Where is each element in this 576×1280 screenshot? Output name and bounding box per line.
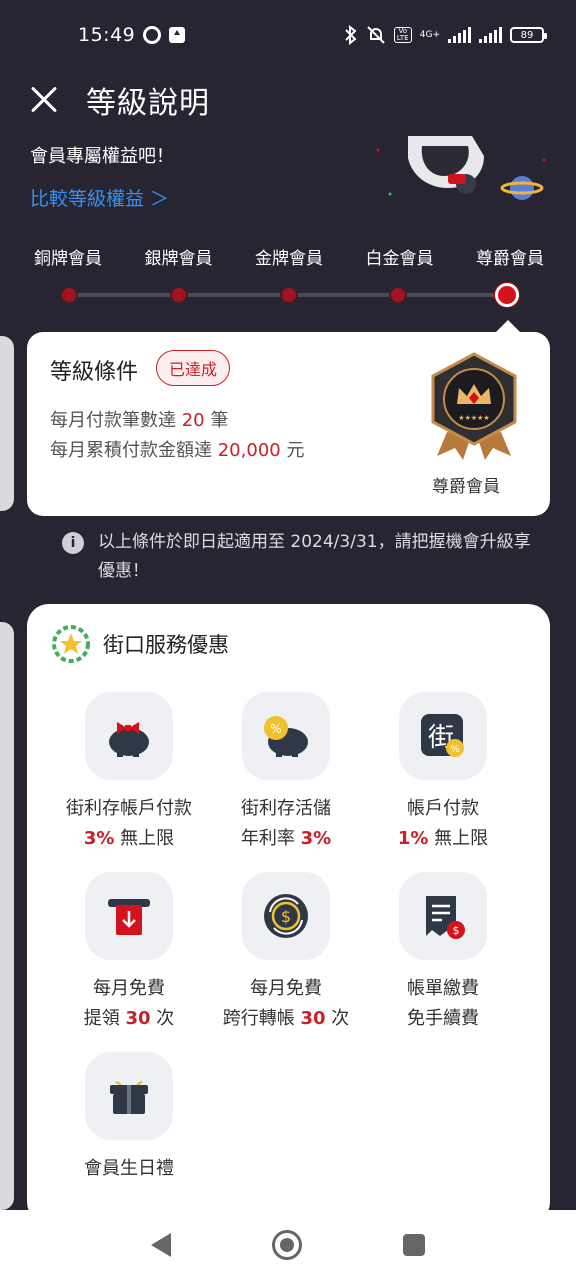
record-icon [143, 26, 162, 44]
bill-receipt-icon: $ [399, 872, 487, 960]
gift-box-icon [85, 1052, 173, 1140]
svg-text:$: $ [281, 907, 291, 926]
piggy-coin-icon: % [242, 692, 330, 780]
service-detail: 跨行轉帳 30 次 [222, 1008, 350, 1029]
service-detail: 3% 無上限 [83, 828, 175, 849]
atm-withdraw-icon [85, 872, 173, 960]
service-label: 街利存活儲 [241, 798, 331, 819]
card-pointer [496, 320, 520, 332]
system-nav-bar [0, 1210, 576, 1280]
level-dot-bronze[interactable] [60, 286, 78, 304]
service-bill-payment[interactable]: $ 帳單繳費 免手續費 [363, 872, 523, 1030]
battery-icon: 89 [510, 27, 547, 43]
condition-title: 等級條件 [50, 360, 139, 385]
status-bar: 15:49 Vo LTE 4G+ 89 [0, 0, 576, 70]
service-label: 每月免費 [93, 978, 165, 999]
level-dot-silver[interactable] [170, 286, 188, 304]
status-time: 15:49 [78, 24, 136, 46]
notice: i 以上條件於即日起適用至 2024/3/31，請把握機會升級享優惠！ [62, 528, 532, 586]
svg-text:%: % [450, 744, 460, 755]
tier-name: 尊爵會員 [432, 477, 500, 497]
service-detail: 免手續費 [407, 1008, 479, 1029]
signal-icon-2 [479, 27, 502, 43]
level-tab-platinum[interactable]: 白金會員 [366, 244, 434, 269]
close-icon[interactable] [24, 80, 64, 120]
service-account-payment[interactable]: 街% 帳戶付款 1% 無上限 [363, 692, 523, 850]
home-icon[interactable] [271, 1230, 302, 1260]
services-title: 街口服務優惠 [103, 633, 229, 657]
upload-icon [169, 27, 186, 43]
notice-text: 以上條件於即日起適用至 2024/3/31，請把握機會升級享優惠！ [98, 532, 531, 581]
prev-card-edge[interactable] [0, 336, 14, 511]
back-icon[interactable] [150, 1233, 171, 1257]
astronaut-illustration [376, 136, 546, 200]
service-birthday-gift[interactable]: 會員生日禮 [49, 1052, 209, 1180]
piggy-bow-icon [85, 692, 173, 780]
level-tab-premium[interactable]: 尊爵會員 [476, 244, 544, 269]
svg-text:%: % [270, 722, 281, 736]
signal-icon [448, 27, 471, 43]
service-label: 每月免費 [250, 978, 322, 999]
level-dot-premium[interactable] [495, 283, 519, 307]
service-free-transfer[interactable]: $ 每月免費 跨行轉帳 30 次 [206, 872, 366, 1030]
volte-icon: Vo LTE [393, 27, 412, 43]
service-label: 會員生日禮 [84, 1158, 174, 1179]
services-card: 街口服務優惠 街利存帳戶付款 3% 無上限 % 街利存活儲 年利率 3% 街% … [27, 604, 550, 1224]
status-badge: 已達成 [156, 350, 231, 386]
bluetooth-icon [345, 25, 357, 45]
page-title: 等級說明 [86, 86, 210, 121]
jkos-logo-icon: 街% [399, 692, 487, 780]
dollar-exchange-icon: $ [242, 872, 330, 960]
info-icon: i [62, 532, 84, 554]
svg-text:★★★★★: ★★★★★ [458, 414, 489, 422]
network-type: 4G+ [419, 30, 440, 40]
service-label: 帳戶付款 [407, 798, 479, 819]
prev-services-edge [0, 622, 14, 1210]
level-selector: 銅牌會員 銀牌會員 金牌會員 白金會員 尊爵會員 [0, 244, 576, 307]
service-free-withdrawal[interactable]: 每月免費 提領 30 次 [49, 872, 209, 1030]
intro-text: 會員專屬權益吧！ [30, 146, 174, 167]
level-condition-card: 等級條件 已達成 每月付款筆數達 20 筆 每月累積付款金額達 20,000 元… [27, 320, 550, 516]
service-detail: 1% 無上限 [397, 828, 489, 849]
service-detail: 年利率 3% [240, 828, 332, 849]
service-detail: 提領 30 次 [83, 1008, 175, 1029]
level-dot-gold[interactable] [280, 286, 298, 304]
service-savings-payment[interactable]: 街利存帳戶付款 3% 無上限 [49, 692, 209, 850]
laurel-star-icon [52, 625, 90, 663]
condition-line-count: 每月付款筆數達 20 筆 [50, 410, 229, 431]
svg-text:$: $ [453, 924, 460, 937]
services-header: 街口服務優惠 [51, 624, 229, 664]
compare-benefits-link[interactable]: 比較等級權益 ＞ [30, 184, 169, 211]
recent-apps-icon[interactable] [403, 1234, 426, 1256]
service-savings-deposit[interactable]: % 街利存活儲 年利率 3% [206, 692, 366, 850]
condition-line-amount: 每月累積付款金額達 20,000 元 [50, 440, 305, 461]
level-tab-silver[interactable]: 銀牌會員 [145, 244, 213, 269]
level-dot-platinum[interactable] [389, 286, 407, 304]
service-label: 街利存帳戶付款 [66, 798, 192, 819]
mute-bell-icon [367, 26, 385, 44]
level-tab-bronze[interactable]: 銅牌會員 [34, 244, 102, 269]
level-tab-gold[interactable]: 金牌會員 [255, 244, 323, 269]
service-label: 帳單繳費 [407, 978, 479, 999]
header: 等級說明 [0, 70, 576, 130]
premium-badge-icon: ★★★★★ [431, 352, 517, 460]
